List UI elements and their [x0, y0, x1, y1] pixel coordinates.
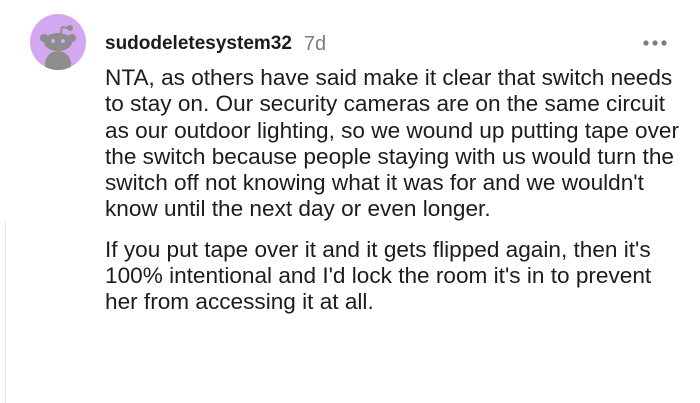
more-options-button[interactable] [640, 28, 670, 58]
more-options-icon [643, 40, 667, 46]
username-link[interactable]: sudodeletesystem32 [105, 33, 292, 55]
avatar[interactable] [30, 14, 86, 70]
comment-paragraph-2: If you put tape over it and it gets flip… [105, 236, 652, 315]
comment-body: NTA, as others have said make it clear t… [105, 65, 685, 316]
comment-paragraph-1: NTA, as others have said make it clear t… [105, 65, 680, 222]
thread-line[interactable] [0, 222, 6, 403]
comment-header: sudodeletesystem32 7d [105, 28, 660, 60]
comment-age: 7d [303, 32, 327, 55]
snoo-avatar-icon [40, 25, 76, 70]
